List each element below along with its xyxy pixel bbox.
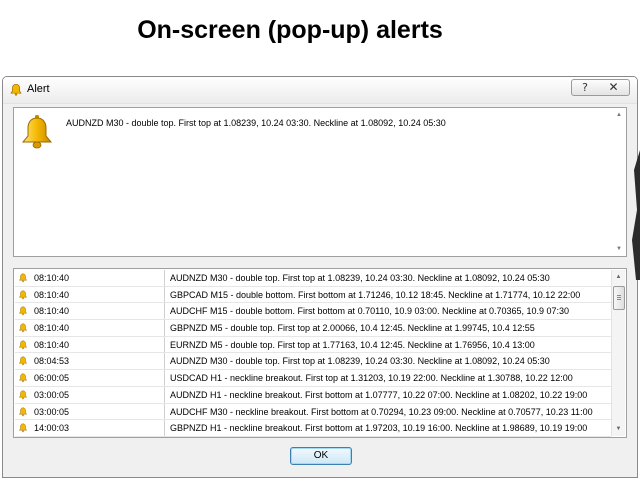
bell-icon <box>18 373 28 383</box>
table-row[interactable]: 08:10:40 GBPCAD M15 - double bottom. Fir… <box>15 286 611 304</box>
alert-time: 08:10:40 <box>34 273 70 283</box>
alert-message: AUDNZD M30 - double top. First top at 1.… <box>170 356 550 367</box>
time-cell: 03:00:05 <box>15 386 165 403</box>
alert-message: AUDCHF M30 - neckline breakout. First bo… <box>170 406 593 417</box>
bell-icon <box>10 83 22 96</box>
alert-time: 06:00:05 <box>34 373 70 384</box>
table-row[interactable]: 08:04:53 AUDNZD M30 - double top. First … <box>15 353 611 371</box>
alert-message: AUDNZD M30 - double top. First top at 1.… <box>170 273 550 283</box>
alert-message: AUDCHF M15 - double bottom. First bottom… <box>170 306 570 317</box>
alert-time: 08:10:40 <box>34 306 70 317</box>
alert-message: GBPNZD M5 - double top. First top at 2.0… <box>170 323 535 334</box>
scroll-down-arrow-icon[interactable]: ▼ <box>614 244 624 254</box>
time-cell: 08:10:40 <box>15 336 165 353</box>
message-text: AUDNZD M30 - double top. First top at 1.… <box>66 118 446 128</box>
alert-time: 03:00:05 <box>34 389 70 400</box>
alert-time: 08:10:40 <box>34 289 70 300</box>
time-cell: 14:00:03 <box>15 420 165 436</box>
time-cell: 08:10:40 <box>15 270 165 286</box>
scroll-up-arrow-icon[interactable]: ▲ <box>612 270 625 284</box>
table-row[interactable]: 08:10:40 AUDCHF M15 - double bottom. Fir… <box>15 303 611 321</box>
window-title: Alert <box>27 83 50 95</box>
time-cell: 08:10:40 <box>15 286 165 303</box>
scrollbar-thumb[interactable] <box>613 286 625 310</box>
table-row[interactable]: 08:10:40 EURNZD M5 - double top. First t… <box>15 336 611 354</box>
close-button[interactable]: ✕ <box>598 79 630 96</box>
alert-message: AUDNZD H1 - neckline breakout. First bot… <box>170 389 588 400</box>
slide-title: On-screen (pop-up) alerts <box>137 16 443 44</box>
bell-icon <box>18 290 28 299</box>
message-pane: AUDNZD M30 - double top. First top at 1.… <box>13 107 627 257</box>
alert-time: 14:00:03 <box>34 423 70 434</box>
table-row[interactable]: 03:00:05 AUDNZD H1 - neckline breakout. … <box>15 386 611 404</box>
bell-icon <box>18 323 28 333</box>
grip-line <box>617 295 621 296</box>
alert-time: 08:04:53 <box>34 356 70 367</box>
alert-list: 08:10:40 AUDNZD M30 - double top. First … <box>13 268 627 438</box>
bell-icon <box>18 340 28 350</box>
bell-icon <box>18 356 28 366</box>
time-cell: 08:04:53 <box>15 353 165 370</box>
alert-message: GBPNZD H1 - neckline breakout. First bot… <box>170 423 588 434</box>
time-cell: 08:10:40 <box>15 320 165 336</box>
alert-time: 08:10:40 <box>34 323 70 334</box>
help-button[interactable]: ? <box>571 79 599 96</box>
alert-message: GBPCAD M15 - double bottom. First bottom… <box>170 289 581 300</box>
bell-icon <box>18 423 28 433</box>
table-row[interactable]: 14:00:03 GBPNZD H1 - neckline breakout. … <box>15 420 611 437</box>
grip-line <box>617 299 621 300</box>
ok-button[interactable]: OK <box>290 447 352 465</box>
scroll-up-arrow-icon[interactable]: ▲ <box>614 110 624 120</box>
bell-icon <box>18 407 28 416</box>
alert-time: 08:10:40 <box>34 339 70 350</box>
table-row[interactable]: 03:00:05 AUDCHF M30 - neckline breakout.… <box>15 403 611 421</box>
bell-icon <box>18 306 28 316</box>
bell-icon <box>21 115 53 149</box>
time-cell: 03:00:05 <box>15 403 165 420</box>
bell-icon <box>18 273 28 283</box>
time-cell: 08:10:40 <box>15 303 165 320</box>
scroll-down-arrow-icon[interactable]: ▼ <box>612 422 625 436</box>
table-row[interactable]: 06:00:05 USDCAD H1 - neckline breakout. … <box>15 370 611 387</box>
bell-icon <box>18 390 28 400</box>
alert-window: Alert ? ✕ AUDNZD M30 - double top. First… <box>2 76 638 478</box>
vertical-scrollbar[interactable]: ▲ ▼ <box>611 270 625 436</box>
alert-message: USDCAD H1 - neckline breakout. First top… <box>170 373 573 384</box>
time-cell: 06:00:05 <box>15 370 165 386</box>
table-row[interactable]: 08:10:40 GBPNZD M5 - double top. First t… <box>15 320 611 337</box>
alert-time: 03:00:05 <box>34 406 70 417</box>
title-bar[interactable]: Alert ? ✕ <box>3 77 637 104</box>
table-row[interactable]: 08:10:40 AUDNZD M30 - double top. First … <box>15 270 611 287</box>
grip-line <box>617 297 621 298</box>
background-edge <box>632 150 640 280</box>
alert-message: EURNZD M5 - double top. First top at 1.7… <box>170 339 535 350</box>
alert-rows: 08:10:40 AUDNZD M30 - double top. First … <box>15 270 611 437</box>
